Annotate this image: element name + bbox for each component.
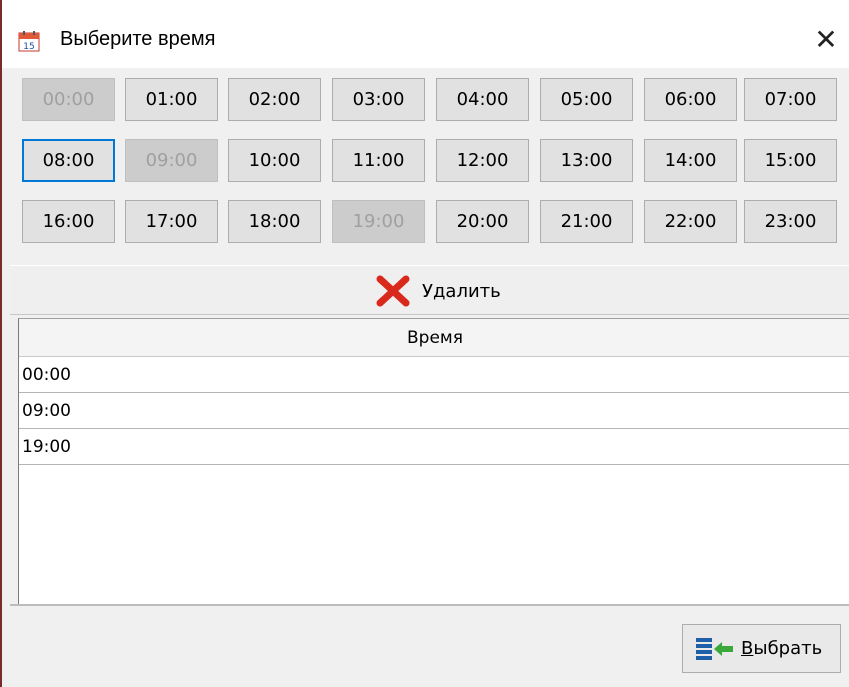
hour-button-1500[interactable]: 15:00	[744, 139, 837, 182]
hour-button-0600[interactable]: 06:00	[644, 78, 737, 121]
hour-button-1400[interactable]: 14:00	[644, 139, 737, 182]
hour-button-0400[interactable]: 04:00	[436, 78, 529, 121]
select-button-label-rest: ыбрать	[753, 638, 823, 659]
delete-button[interactable]: Удалить	[10, 265, 849, 315]
hour-button-1200[interactable]: 12:00	[436, 139, 529, 182]
hour-button-0300[interactable]: 03:00	[332, 78, 425, 121]
hour-button-1300[interactable]: 13:00	[540, 139, 633, 182]
red-x-icon	[376, 275, 410, 307]
hour-button-0700[interactable]: 07:00	[744, 78, 837, 121]
hours-button-grid: 00:00 01:00 02:00 03:00 04:00 05:00 06:00 07:00…	[10, 68, 849, 260]
table-row[interactable]: 00:00	[19, 357, 849, 393]
hour-button-0100[interactable]: 01:00	[125, 78, 218, 121]
delete-button-label: Удалить	[422, 281, 501, 302]
table-row[interactable]: 19:00	[19, 429, 849, 465]
select-button[interactable]: Выбрать	[682, 624, 841, 673]
table-row[interactable]: 09:00	[19, 393, 849, 429]
calendar-icon: 15	[18, 31, 40, 52]
hour-button-0200[interactable]: 02:00	[228, 78, 321, 121]
select-arrow-icon	[696, 638, 733, 660]
hour-button-0500[interactable]: 05:00	[540, 78, 633, 121]
hour-button-1000[interactable]: 10:00	[228, 139, 321, 182]
calendar-icon-day: 15	[23, 42, 34, 52]
hour-button-0800[interactable]: 08:00	[22, 139, 115, 182]
column-header-time[interactable]: Время	[19, 319, 849, 357]
hour-button-1700[interactable]: 17:00	[125, 200, 218, 243]
hour-button-2200[interactable]: 22:00	[644, 200, 737, 243]
hour-button-2000[interactable]: 20:00	[436, 200, 529, 243]
title-bar: 15 Выберите время ✕	[2, 0, 849, 68]
hour-button-2300[interactable]: 23:00	[744, 200, 837, 243]
selected-times-grid: Время 00:00 09:00 19:00	[18, 318, 849, 606]
select-button-mnemonic: В	[741, 638, 754, 659]
hour-button-1800[interactable]: 18:00	[228, 200, 321, 243]
time-picker-dialog: 15 Выберите время ✕ 00:00 01:00 02:00 03:00…	[0, 0, 849, 687]
hour-button-1900: 19:00	[332, 200, 425, 243]
hour-button-0900: 09:00	[125, 139, 218, 182]
hour-button-0000: 00:00	[22, 78, 115, 121]
hour-button-1600[interactable]: 16:00	[22, 200, 115, 243]
close-button[interactable]: ✕	[803, 18, 849, 62]
select-button-label: Выбрать	[741, 638, 822, 659]
window-title: Выберите время	[60, 28, 216, 50]
hour-button-1100[interactable]: 11:00	[332, 139, 425, 182]
hour-button-2100[interactable]: 21:00	[540, 200, 633, 243]
